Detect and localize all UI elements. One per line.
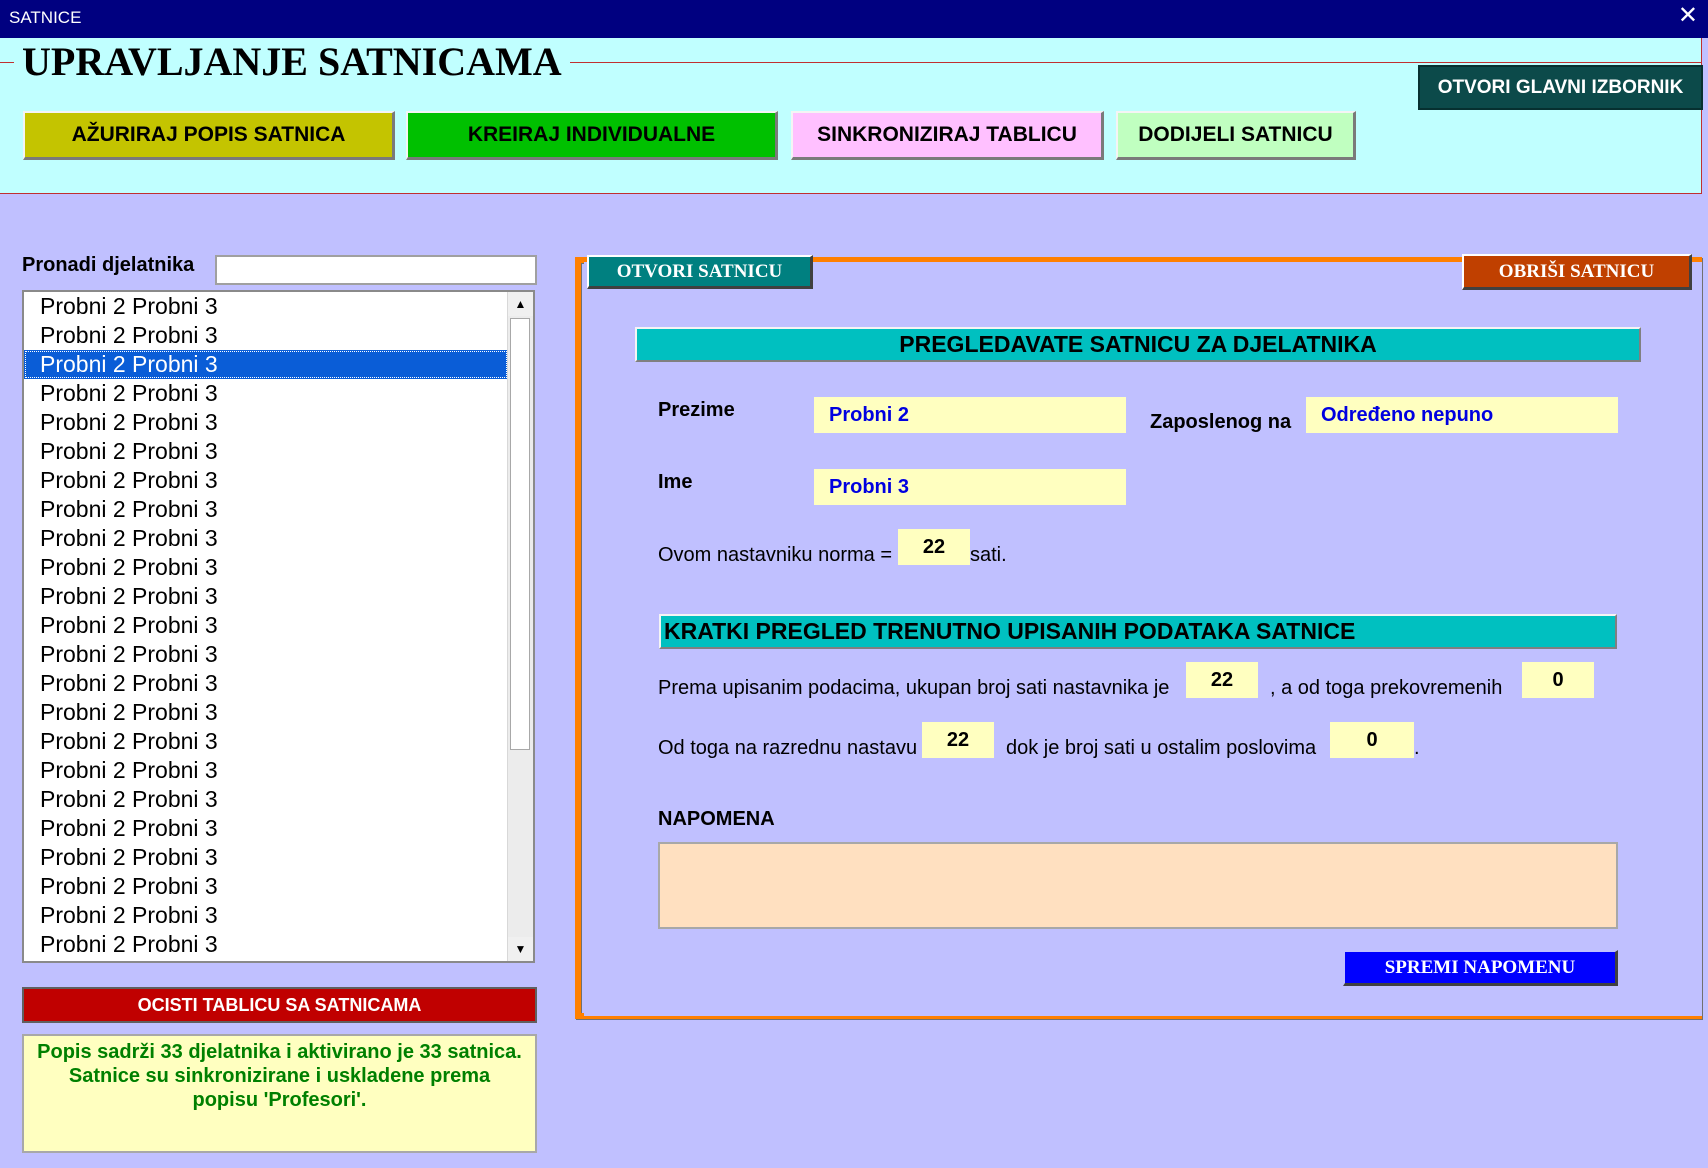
norm-prefix: Ovom nastavniku norma = [658, 544, 892, 566]
list-item[interactable]: Probni 2 Probni 3 [24, 292, 508, 321]
header-rule-left [0, 62, 14, 63]
list-item[interactable]: Probni 2 Probni 3 [24, 756, 508, 785]
header-rule-right [570, 62, 1701, 63]
list-item[interactable]: Probni 2 Probni 3 [24, 698, 508, 727]
total-hours-prefix: Prema upisanim podacima, ukupan broj sat… [658, 677, 1170, 699]
list-item[interactable]: Probni 2 Probni 3 [24, 611, 508, 640]
update-schedules-button[interactable]: AŽURIRAJ POPIS SATNICA [23, 111, 395, 160]
surname-label: Prezime [658, 399, 735, 421]
employed-label: Zaposlenog na [1150, 411, 1292, 433]
surname-value: Probni 2 [814, 397, 1126, 433]
search-label: Pronadi djelatnika [22, 254, 195, 276]
scroll-thumb[interactable] [510, 318, 530, 750]
list-item[interactable]: Probni 2 Probni 3 [24, 669, 508, 698]
class-hours-prefix: Od toga na razrednu nastavu [658, 737, 918, 759]
norm-value: 22 [898, 529, 970, 565]
note-label: NAPOMENA [658, 808, 775, 830]
list-item[interactable]: Probni 2 Probni 3 [24, 930, 508, 959]
note-textarea[interactable] [658, 842, 1618, 929]
list-item[interactable]: Probni 2 Probni 3 [24, 437, 508, 466]
page-title: UPRAVLJANJE SATNICAMA [18, 38, 566, 86]
open-main-menu-button[interactable]: OTVORI GLAVNI IZBORNIK [1418, 65, 1703, 110]
list-item[interactable]: Probni 2 Probni 3 [24, 582, 508, 611]
overtime-prefix: , a od toga prekovremenih [1270, 677, 1503, 699]
list-item[interactable]: Probni 2 Probni 3 [24, 524, 508, 553]
scroll-up-icon[interactable]: ▲ [508, 292, 533, 316]
list-item[interactable]: Probni 2 Probni 3 [24, 727, 508, 756]
class-hours-value: 22 [922, 722, 994, 758]
status-message: Popis sadrži 33 djelatnika i aktivirano … [37, 1041, 522, 1111]
tab-open-schedule[interactable]: OTVORI SATNICU [587, 255, 813, 289]
title-bar: SATNICE ✕ [0, 0, 1708, 38]
sync-table-button[interactable]: SINKRONIZIRAJ TABLICU [791, 111, 1104, 160]
section-title: PREGLEDAVATE SATNICU ZA DJELATNIKA [635, 327, 1641, 362]
name-value: Probni 3 [814, 469, 1126, 505]
employee-list: Probni 2 Probni 3 Probni 2 Probni 3 Probni… [24, 292, 508, 959]
save-note-button[interactable]: SPREMI NAPOMENU [1343, 950, 1618, 986]
other-hours-suffix: . [1414, 737, 1420, 759]
list-item[interactable]: Probni 2 Probni 3 [24, 321, 508, 350]
list-item[interactable]: Probni 2 Probni 3 [24, 350, 508, 379]
other-hours-value: 0 [1330, 722, 1414, 758]
list-scrollbar[interactable]: ▲ ▼ [507, 292, 533, 961]
list-item[interactable]: Probni 2 Probni 3 [24, 785, 508, 814]
create-individual-button[interactable]: KREIRAJ INDIVIDUALNE [406, 111, 778, 160]
other-hours-prefix: dok je broj sati u ostalim poslovima [1006, 737, 1317, 759]
list-item[interactable]: Probni 2 Probni 3 [24, 495, 508, 524]
summary-title: KRATKI PREGLED TRENUTNO UPISANIH PODATAK… [659, 614, 1617, 649]
window-title: SATNICE [9, 8, 82, 27]
list-item[interactable]: Probni 2 Probni 3 [24, 872, 508, 901]
list-item[interactable]: Probni 2 Probni 3 [24, 843, 508, 872]
employed-value: Određeno nepuno [1306, 397, 1618, 433]
list-item[interactable]: Probni 2 Probni 3 [24, 379, 508, 408]
name-label: Ime [658, 471, 693, 493]
assign-schedule-button[interactable]: DODIJELI SATNICU [1116, 111, 1356, 160]
clear-schedules-button[interactable]: OCISTI TABLICU SA SATNICAMA [22, 987, 537, 1023]
tab-delete-schedule[interactable]: OBRIŠI SATNICU [1462, 254, 1692, 290]
close-icon[interactable]: ✕ [1678, 4, 1698, 28]
list-item[interactable]: Probni 2 Probni 3 [24, 466, 508, 495]
employee-listbox[interactable]: Probni 2 Probni 3 Probni 2 Probni 3 Probni… [22, 290, 535, 963]
status-message-box: Popis sadrži 33 djelatnika i aktivirano … [22, 1034, 537, 1153]
list-item[interactable]: Probni 2 Probni 3 [24, 814, 508, 843]
list-item[interactable]: Probni 2 Probni 3 [24, 408, 508, 437]
list-item[interactable]: Probni 2 Probni 3 [24, 553, 508, 582]
scroll-down-icon[interactable]: ▼ [508, 937, 533, 961]
overtime-value: 0 [1522, 662, 1594, 698]
total-hours-value: 22 [1186, 662, 1258, 698]
norm-suffix: sati. [970, 544, 1007, 566]
list-item[interactable]: Probni 2 Probni 3 [24, 901, 508, 930]
search-input[interactable] [215, 255, 537, 285]
list-item[interactable]: Probni 2 Probni 3 [24, 640, 508, 669]
